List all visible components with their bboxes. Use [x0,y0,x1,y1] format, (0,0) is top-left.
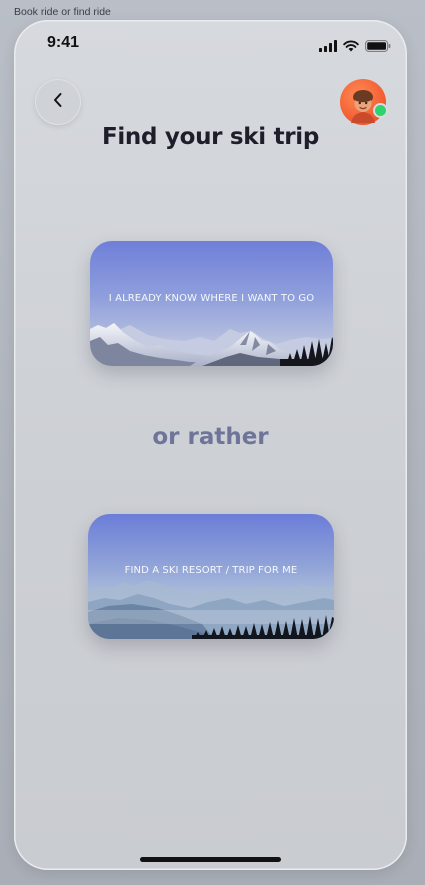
back-button[interactable] [35,79,81,125]
home-indicator[interactable] [140,857,281,862]
phone-screen: 9:41 Find your ski trip I ALREADY KNOW W… [14,20,407,870]
signal-icon [319,37,337,56]
page-title: Find your ski trip [101,124,320,150]
avatar[interactable] [340,79,388,125]
foggy-mountains-illustration [88,514,334,639]
battery-icon [365,37,391,56]
online-status-dot [373,103,388,118]
status-icons [319,37,391,56]
avatar-illustration [351,90,375,123]
find-resort-label: FIND A SKI RESORT / TRIP FOR ME [124,565,298,576]
status-time: 9:41 [47,34,80,51]
wifi-icon [343,37,359,56]
known-destination-label: I ALREADY KNOW WHERE I WANT TO GO [108,293,315,304]
frame-label: Book ride or find ride [14,6,111,18]
find-resort-card[interactable]: FIND A SKI RESORT / TRIP FOR ME [88,514,334,639]
or-rather-text: or rather [152,424,269,450]
known-destination-card[interactable]: I ALREADY KNOW WHERE I WANT TO GO [90,241,333,366]
chevron-left-icon [52,92,64,112]
